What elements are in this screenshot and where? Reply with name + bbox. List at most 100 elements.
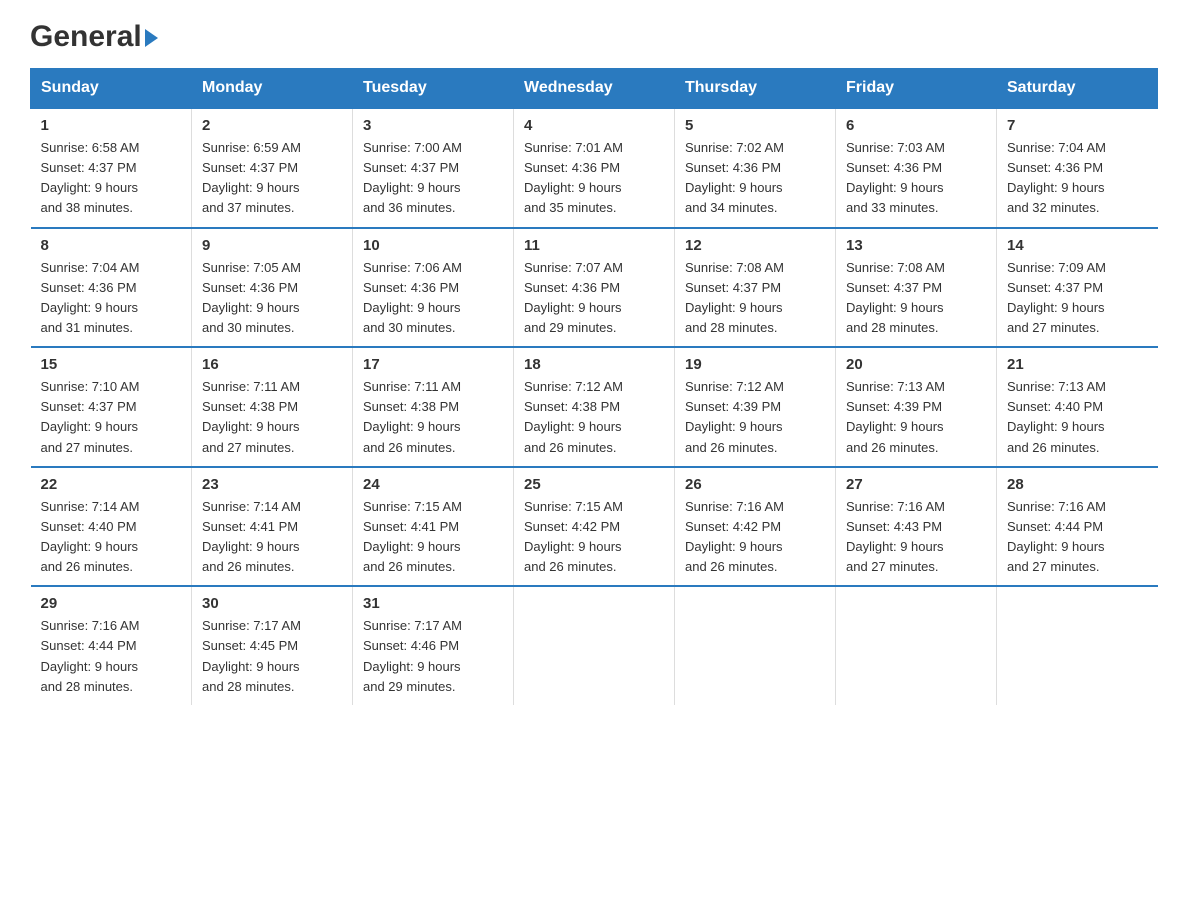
day-number: 26 xyxy=(685,476,825,493)
calendar-cell: 6 Sunrise: 7:03 AMSunset: 4:36 PMDaylight… xyxy=(836,108,997,228)
day-info: Sunrise: 7:13 AMSunset: 4:40 PMDaylight:… xyxy=(1007,377,1148,458)
weekday-header-saturday: Saturday xyxy=(997,69,1158,109)
day-number: 24 xyxy=(363,476,503,493)
day-number: 14 xyxy=(1007,237,1148,254)
calendar-cell: 27 Sunrise: 7:16 AMSunset: 4:43 PMDayligh… xyxy=(836,467,997,587)
calendar-cell: 9 Sunrise: 7:05 AMSunset: 4:36 PMDaylight… xyxy=(192,228,353,348)
day-info: Sunrise: 7:08 AMSunset: 4:37 PMDaylight:… xyxy=(846,258,986,339)
day-info: Sunrise: 7:16 AMSunset: 4:44 PMDaylight:… xyxy=(41,616,182,697)
day-number: 30 xyxy=(202,595,342,612)
calendar-cell: 16 Sunrise: 7:11 AMSunset: 4:38 PMDayligh… xyxy=(192,347,353,467)
day-number: 29 xyxy=(41,595,182,612)
calendar-cell xyxy=(836,586,997,705)
day-number: 16 xyxy=(202,356,342,373)
calendar-cell xyxy=(514,586,675,705)
day-number: 15 xyxy=(41,356,182,373)
calendar-cell: 19Sunrise: 7:12 AMSunset: 4:39 PMDayligh… xyxy=(675,347,836,467)
day-number: 18 xyxy=(524,356,664,373)
day-info: Sunrise: 7:16 AMSunset: 4:43 PMDaylight:… xyxy=(846,497,986,578)
day-info: Sunrise: 7:10 AMSunset: 4:37 PMDaylight:… xyxy=(41,377,182,458)
day-info: Sunrise: 7:12 AMSunset: 4:38 PMDaylight:… xyxy=(524,377,664,458)
day-number: 13 xyxy=(846,237,986,254)
day-number: 1 xyxy=(41,117,182,134)
calendar-cell: 22 Sunrise: 7:14 AMSunset: 4:40 PMDayligh… xyxy=(31,467,192,587)
day-info: Sunrise: 7:14 AMSunset: 4:40 PMDaylight:… xyxy=(41,497,182,578)
day-info: Sunrise: 7:04 AMSunset: 4:36 PMDaylight:… xyxy=(41,258,182,339)
day-number: 11 xyxy=(524,237,664,254)
day-info: Sunrise: 6:59 AMSunset: 4:37 PMDaylight:… xyxy=(202,138,342,219)
day-number: 20 xyxy=(846,356,986,373)
calendar-cell: 1 Sunrise: 6:58 AMSunset: 4:37 PMDaylight… xyxy=(31,108,192,228)
calendar-cell: 25Sunrise: 7:15 AMSunset: 4:42 PMDayligh… xyxy=(514,467,675,587)
calendar-week-row: 22 Sunrise: 7:14 AMSunset: 4:40 PMDayligh… xyxy=(31,467,1158,587)
calendar-cell: 3Sunrise: 7:00 AMSunset: 4:37 PMDaylight… xyxy=(353,108,514,228)
day-info: Sunrise: 7:11 AMSunset: 4:38 PMDaylight:… xyxy=(202,377,342,458)
day-number: 2 xyxy=(202,117,342,134)
day-info: Sunrise: 7:11 AMSunset: 4:38 PMDaylight:… xyxy=(363,377,503,458)
calendar-cell: 11 Sunrise: 7:07 AMSunset: 4:36 PMDayligh… xyxy=(514,228,675,348)
logo: General xyxy=(30,20,158,48)
weekday-header-wednesday: Wednesday xyxy=(514,69,675,109)
day-number: 5 xyxy=(685,117,825,134)
calendar-cell: 18 Sunrise: 7:12 AMSunset: 4:38 PMDayligh… xyxy=(514,347,675,467)
day-number: 7 xyxy=(1007,117,1148,134)
logo-triangle-icon xyxy=(145,29,158,47)
calendar-cell: 28Sunrise: 7:16 AMSunset: 4:44 PMDayligh… xyxy=(997,467,1158,587)
calendar-cell: 10 Sunrise: 7:06 AMSunset: 4:36 PMDayligh… xyxy=(353,228,514,348)
day-info: Sunrise: 7:15 AMSunset: 4:41 PMDaylight:… xyxy=(363,497,503,578)
day-info: Sunrise: 7:17 AMSunset: 4:46 PMDaylight:… xyxy=(363,616,503,697)
calendar-week-row: 15 Sunrise: 7:10 AMSunset: 4:37 PMDayligh… xyxy=(31,347,1158,467)
calendar-cell: 20 Sunrise: 7:13 AMSunset: 4:39 PMDayligh… xyxy=(836,347,997,467)
calendar-cell: 7 Sunrise: 7:04 AMSunset: 4:36 PMDaylight… xyxy=(997,108,1158,228)
calendar-cell: 26Sunrise: 7:16 AMSunset: 4:42 PMDayligh… xyxy=(675,467,836,587)
day-info: Sunrise: 7:01 AMSunset: 4:36 PMDaylight:… xyxy=(524,138,664,219)
page-header: General xyxy=(30,20,1158,48)
day-number: 12 xyxy=(685,237,825,254)
day-info: Sunrise: 7:14 AMSunset: 4:41 PMDaylight:… xyxy=(202,497,342,578)
calendar-cell: 13 Sunrise: 7:08 AMSunset: 4:37 PMDayligh… xyxy=(836,228,997,348)
day-info: Sunrise: 7:05 AMSunset: 4:36 PMDaylight:… xyxy=(202,258,342,339)
day-number: 22 xyxy=(41,476,182,493)
day-number: 28 xyxy=(1007,476,1148,493)
day-number: 4 xyxy=(524,117,664,134)
day-number: 27 xyxy=(846,476,986,493)
calendar-week-row: 1 Sunrise: 6:58 AMSunset: 4:37 PMDaylight… xyxy=(31,108,1158,228)
calendar-cell: 24 Sunrise: 7:15 AMSunset: 4:41 PMDayligh… xyxy=(353,467,514,587)
calendar-cell: 2 Sunrise: 6:59 AMSunset: 4:37 PMDaylight… xyxy=(192,108,353,228)
calendar-cell: 8 Sunrise: 7:04 AMSunset: 4:36 PMDaylight… xyxy=(31,228,192,348)
day-info: Sunrise: 6:58 AMSunset: 4:37 PMDaylight:… xyxy=(41,138,182,219)
day-number: 9 xyxy=(202,237,342,254)
day-info: Sunrise: 7:09 AMSunset: 4:37 PMDaylight:… xyxy=(1007,258,1148,339)
day-info: Sunrise: 7:08 AMSunset: 4:37 PMDaylight:… xyxy=(685,258,825,339)
calendar-cell xyxy=(675,586,836,705)
calendar-table: SundayMondayTuesdayWednesdayThursdayFrid… xyxy=(30,68,1158,705)
weekday-header-sunday: Sunday xyxy=(31,69,192,109)
day-number: 6 xyxy=(846,117,986,134)
day-info: Sunrise: 7:06 AMSunset: 4:36 PMDaylight:… xyxy=(363,258,503,339)
calendar-cell xyxy=(997,586,1158,705)
calendar-cell: 30 Sunrise: 7:17 AMSunset: 4:45 PMDayligh… xyxy=(192,586,353,705)
calendar-cell: 31Sunrise: 7:17 AMSunset: 4:46 PMDayligh… xyxy=(353,586,514,705)
day-info: Sunrise: 7:03 AMSunset: 4:36 PMDaylight:… xyxy=(846,138,986,219)
day-info: Sunrise: 7:15 AMSunset: 4:42 PMDaylight:… xyxy=(524,497,664,578)
day-info: Sunrise: 7:04 AMSunset: 4:36 PMDaylight:… xyxy=(1007,138,1148,219)
day-info: Sunrise: 7:00 AMSunset: 4:37 PMDaylight:… xyxy=(363,138,503,219)
calendar-header-row: SundayMondayTuesdayWednesdayThursdayFrid… xyxy=(31,69,1158,109)
calendar-cell: 17 Sunrise: 7:11 AMSunset: 4:38 PMDayligh… xyxy=(353,347,514,467)
day-info: Sunrise: 7:07 AMSunset: 4:36 PMDaylight:… xyxy=(524,258,664,339)
calendar-cell: 12 Sunrise: 7:08 AMSunset: 4:37 PMDayligh… xyxy=(675,228,836,348)
logo-general: General xyxy=(30,20,142,54)
day-info: Sunrise: 7:02 AMSunset: 4:36 PMDaylight:… xyxy=(685,138,825,219)
day-info: Sunrise: 7:13 AMSunset: 4:39 PMDaylight:… xyxy=(846,377,986,458)
calendar-cell: 29 Sunrise: 7:16 AMSunset: 4:44 PMDayligh… xyxy=(31,586,192,705)
day-number: 10 xyxy=(363,237,503,254)
day-info: Sunrise: 7:17 AMSunset: 4:45 PMDaylight:… xyxy=(202,616,342,697)
day-number: 17 xyxy=(363,356,503,373)
weekday-header-monday: Monday xyxy=(192,69,353,109)
calendar-week-row: 8 Sunrise: 7:04 AMSunset: 4:36 PMDaylight… xyxy=(31,228,1158,348)
day-number: 8 xyxy=(41,237,182,254)
day-number: 19 xyxy=(685,356,825,373)
weekday-header-thursday: Thursday xyxy=(675,69,836,109)
day-number: 23 xyxy=(202,476,342,493)
calendar-week-row: 29 Sunrise: 7:16 AMSunset: 4:44 PMDayligh… xyxy=(31,586,1158,705)
